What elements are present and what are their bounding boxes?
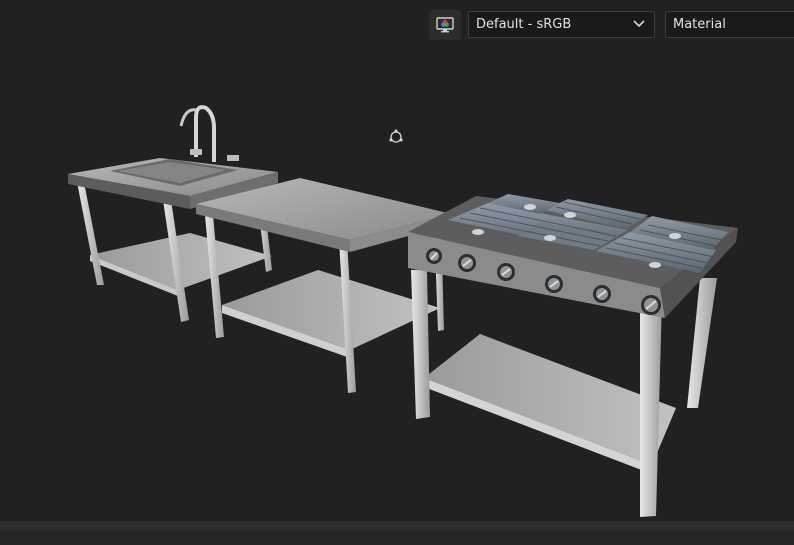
- panel-divider: [0, 521, 794, 531]
- display-settings-button[interactable]: [429, 10, 461, 40]
- camera-pivot-icon-svg: [389, 129, 403, 143]
- shading-mode-value: Material: [673, 17, 726, 32]
- display-settings-icon: [436, 17, 454, 33]
- colorspace-value: Default - sRGB: [476, 17, 572, 32]
- viewport-toolbar: Default - sRGB Material: [0, 0, 794, 50]
- scene-render: [68, 105, 738, 517]
- colorspace-dropdown[interactable]: Default - sRGB: [468, 11, 655, 38]
- bottom-panel-bar: [0, 521, 794, 545]
- camera-pivot-icon[interactable]: [386, 127, 406, 147]
- chevron-down-icon: [633, 20, 645, 28]
- stove-range: [408, 194, 738, 517]
- shading-mode-dropdown[interactable]: Material: [665, 11, 794, 38]
- 3d-viewport[interactable]: [0, 0, 794, 521]
